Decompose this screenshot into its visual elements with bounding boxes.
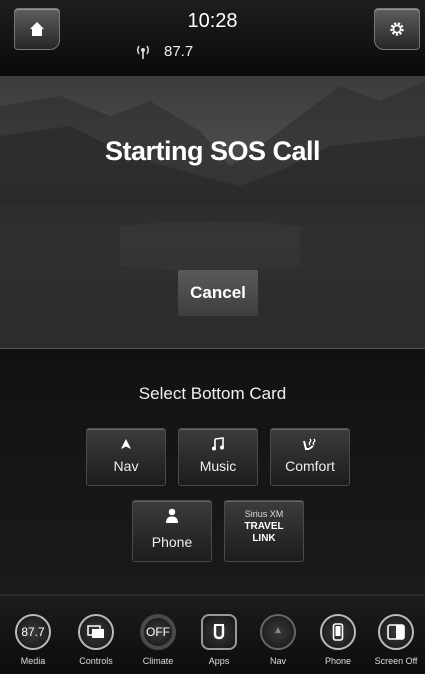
dock-screen-off[interactable]: Screen Off xyxy=(366,614,425,666)
apps-icon xyxy=(213,624,225,640)
dock-controls[interactable]: Controls xyxy=(66,614,126,666)
seat-heat-icon xyxy=(303,438,316,450)
nav-card-label: Nav xyxy=(113,458,139,474)
dock-apps[interactable]: Apps xyxy=(189,614,249,666)
dock-media-label: Media xyxy=(20,656,46,666)
travel-link-label: TRAVEL LINK xyxy=(225,521,303,545)
phone-icon xyxy=(332,623,344,641)
nav-card-button[interactable]: Nav xyxy=(86,428,166,486)
dock-media[interactable]: 87.7 Media xyxy=(3,614,63,666)
phone-card-button[interactable]: Phone xyxy=(132,500,212,562)
dock-climate[interactable]: OFF Climate xyxy=(128,614,188,666)
comfort-card-button[interactable]: Comfort xyxy=(270,428,350,486)
dock-phone[interactable]: Phone xyxy=(308,614,368,666)
bottom-dock: 87.7 Media Controls OFF Climate Apps Nav xyxy=(0,594,425,674)
sos-call-panel: Starting SOS Call Cancel xyxy=(0,76,425,349)
music-card-button[interactable]: Music xyxy=(178,428,258,486)
cancel-button[interactable]: Cancel xyxy=(178,270,258,316)
uconnect-screen: 10:28 87.7 Starting SOS Call Cancel Sele… xyxy=(0,0,425,674)
siriusxm-travel-link-card-button[interactable]: Sirius XM TRAVEL LINK xyxy=(224,500,304,562)
bottom-card-selector: Select Bottom Card Nav Music Comfort Pho… xyxy=(0,362,425,594)
settings-button[interactable] xyxy=(374,8,420,50)
compass-icon xyxy=(275,627,281,633)
dock-nav[interactable]: Nav xyxy=(248,614,308,666)
siriusxm-brand: Sirius XM xyxy=(244,509,284,519)
dock-apps-label: Apps xyxy=(208,656,230,666)
person-icon xyxy=(166,508,178,523)
radio-status: 87.7 xyxy=(134,43,193,60)
gear-icon xyxy=(390,22,404,36)
dock-phone-label: Phone xyxy=(324,656,352,666)
radio-signal-icon xyxy=(137,45,149,59)
link-label: LINK xyxy=(252,533,276,544)
dock-controls-label: Controls xyxy=(79,656,113,666)
climate-off-badge: OFF xyxy=(140,614,176,650)
sos-title: Starting SOS Call xyxy=(104,136,321,166)
status-bar: 10:28 87.7 xyxy=(0,0,425,76)
dock-nav-label: Nav xyxy=(269,656,286,666)
media-frequency-badge: 87.7 xyxy=(15,614,51,650)
dock-screen-off-label: Screen Off xyxy=(374,656,418,666)
dock-climate-label: Climate xyxy=(142,656,174,666)
radio-frequency: 87.7 xyxy=(164,43,194,60)
comfort-card-label: Comfort xyxy=(285,458,335,474)
controls-icon xyxy=(87,625,104,638)
travel-label: TRAVEL xyxy=(244,521,284,532)
clock: 10:28 xyxy=(187,10,238,32)
screen-off-icon xyxy=(387,624,405,640)
selector-title: Select Bottom Card xyxy=(138,384,287,403)
phone-card-label: Phone xyxy=(151,534,193,550)
nav-arrow-icon xyxy=(121,439,131,449)
music-card-label: Music xyxy=(199,458,237,474)
music-note-icon xyxy=(212,437,224,451)
